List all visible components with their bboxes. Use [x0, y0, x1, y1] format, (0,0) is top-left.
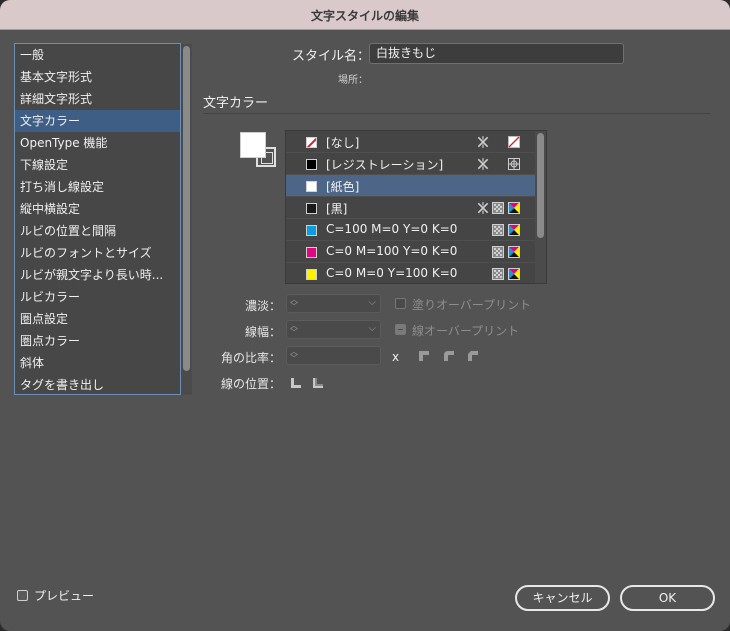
sidebar-item[interactable]: タグを書き出し: [15, 374, 180, 394]
ok-button[interactable]: OK: [620, 585, 715, 611]
chevron-down-icon[interactable]: ⌵: [368, 297, 376, 308]
tint-input[interactable]: ︿ ﹀ ⌵: [286, 294, 381, 313]
sidebar-item[interactable]: ルビが親文字より長い時...: [15, 264, 180, 286]
sidebar-item[interactable]: 一般: [15, 44, 180, 66]
stepper-icon[interactable]: ︿ ﹀: [290, 348, 298, 363]
sidebar-item[interactable]: 下線設定: [15, 154, 180, 176]
swatch-color-chip: [306, 203, 317, 214]
stroke-align-center-icon[interactable]: [290, 377, 302, 389]
tint-label: 濃淡：: [245, 299, 282, 313]
swatch-color-chip: [306, 159, 317, 170]
swatch-name: [黒]: [326, 202, 348, 216]
cmyk-icon: [508, 224, 520, 236]
process-color-icon: [492, 246, 504, 258]
swatch-row[interactable]: C=0 M=0 Y=100 K=0: [286, 263, 536, 283]
swatch-row[interactable]: [黒]: [286, 197, 536, 219]
sidebar-item[interactable]: 文字カラー: [15, 110, 180, 132]
cmyk-icon: [508, 246, 520, 258]
titlebar: 文字スタイルの編集: [0, 0, 730, 30]
process-color-icon: [492, 224, 504, 236]
swatch-row[interactable]: C=0 M=100 Y=0 K=0: [286, 241, 536, 263]
registration-icon: [508, 158, 520, 170]
miter-join-icon[interactable]: [418, 350, 430, 362]
sidebar-item[interactable]: 縦中横設定: [15, 198, 180, 220]
swatch-row[interactable]: [レジストレーション]: [286, 153, 536, 175]
edit-character-style-dialog: 文字スタイルの編集 一般 基本文字形式 詳細文字形式 文字カラー OpenType 機能…: [0, 0, 730, 631]
no-edit-icon: [477, 158, 489, 170]
swatch-name: [紙色]: [326, 180, 360, 194]
category-list: 一般 基本文字形式 詳細文字形式 文字カラー OpenType 機能 下線設定 打ち消し線設…: [14, 43, 181, 395]
swatch-name: [なし]: [326, 136, 360, 150]
none-icon: [508, 136, 520, 148]
sidebar-item[interactable]: 基本文字形式: [15, 66, 180, 88]
section-divider: [203, 113, 710, 114]
cmyk-icon: [508, 202, 520, 214]
preview-label: プレビュー: [34, 589, 95, 603]
miter-limit-label: 角の比率：: [221, 351, 282, 365]
miter-x-label: x: [392, 350, 400, 364]
stroke-weight-input[interactable]: ︿ ﹀ ⌵: [286, 320, 381, 339]
sidebar-item[interactable]: OpenType 機能: [15, 132, 180, 154]
chevron-down-icon[interactable]: ⌵: [368, 323, 376, 334]
swatch-row[interactable]: [なし]: [286, 131, 536, 153]
bevel-join-icon[interactable]: [467, 350, 479, 362]
swatch-row[interactable]: C=100 M=0 Y=0 K=0: [286, 219, 536, 241]
swatch-color-chip: [306, 181, 317, 192]
process-color-icon: [492, 202, 504, 214]
sidebar-item[interactable]: ルビカラー: [15, 286, 180, 308]
sidebar-item[interactable]: 打ち消し線設定: [15, 176, 180, 198]
miter-limit-input[interactable]: ︿ ﹀: [286, 346, 381, 365]
location-label: 場所：: [338, 75, 368, 86]
swatch-list-scrollbar[interactable]: [535, 131, 546, 283]
swatch-color-chip: [306, 225, 317, 236]
swatch-row[interactable]: [紙色]: [286, 175, 536, 197]
swatch-name: [レジストレーション]: [326, 158, 444, 172]
preview-checkbox[interactable]: [17, 590, 28, 601]
sidebar-item[interactable]: ルビのフォントとサイズ: [15, 242, 180, 264]
cmyk-icon: [508, 268, 520, 280]
scrollbar-thumb[interactable]: [183, 46, 190, 371]
swatch-name: C=0 M=0 Y=100 K=0: [326, 266, 458, 280]
swatch-name: C=0 M=100 Y=0 K=0: [326, 244, 458, 258]
style-name-label: スタイル名：: [292, 49, 371, 64]
no-edit-icon: [477, 136, 489, 148]
round-join-icon[interactable]: [443, 350, 455, 362]
stepper-icon[interactable]: ︿ ﹀: [290, 322, 298, 337]
swatch-name: C=100 M=0 Y=0 K=0: [326, 222, 458, 236]
dialog-title: 文字スタイルの編集: [310, 9, 419, 23]
cancel-button[interactable]: キャンセル: [515, 585, 610, 611]
overprint-stroke-checkbox[interactable]: [395, 324, 406, 335]
swatch-list: [なし] [レジストレーション] [紙色] [黒] C=100 M=0 Y=0 K=0 C…: [285, 130, 547, 284]
category-list-scrollbar[interactable]: [181, 44, 192, 395]
stroke-align-outside-icon[interactable]: [312, 377, 324, 389]
swatch-color-chip: [306, 269, 317, 280]
sidebar-item[interactable]: 斜体: [15, 352, 180, 374]
sidebar-item[interactable]: 圏点設定: [15, 308, 180, 330]
section-title: 文字カラー: [203, 96, 269, 111]
stroke-weight-label: 線幅：: [245, 325, 282, 339]
swatch-color-chip: [306, 137, 317, 148]
swatch-color-chip: [306, 247, 317, 258]
sidebar-item[interactable]: 圏点カラー: [15, 330, 180, 352]
scrollbar-thumb[interactable]: [537, 133, 544, 238]
stepper-icon[interactable]: ︿ ﹀: [290, 296, 298, 311]
sidebar-item[interactable]: 詳細文字形式: [15, 88, 180, 110]
style-name-input[interactable]: 白抜きもじ: [369, 43, 624, 64]
overprint-fill-label: 塗りオーバープリント: [412, 298, 532, 312]
no-edit-icon: [477, 202, 489, 214]
process-color-icon: [492, 268, 504, 280]
overprint-fill-checkbox[interactable]: [395, 298, 406, 309]
overprint-stroke-label: 線オーバープリント: [412, 324, 520, 338]
fill-proxy-icon[interactable]: [240, 132, 266, 158]
stroke-align-label: 線の位置：: [221, 377, 282, 391]
sidebar-item[interactable]: ルビの位置と間隔: [15, 220, 180, 242]
